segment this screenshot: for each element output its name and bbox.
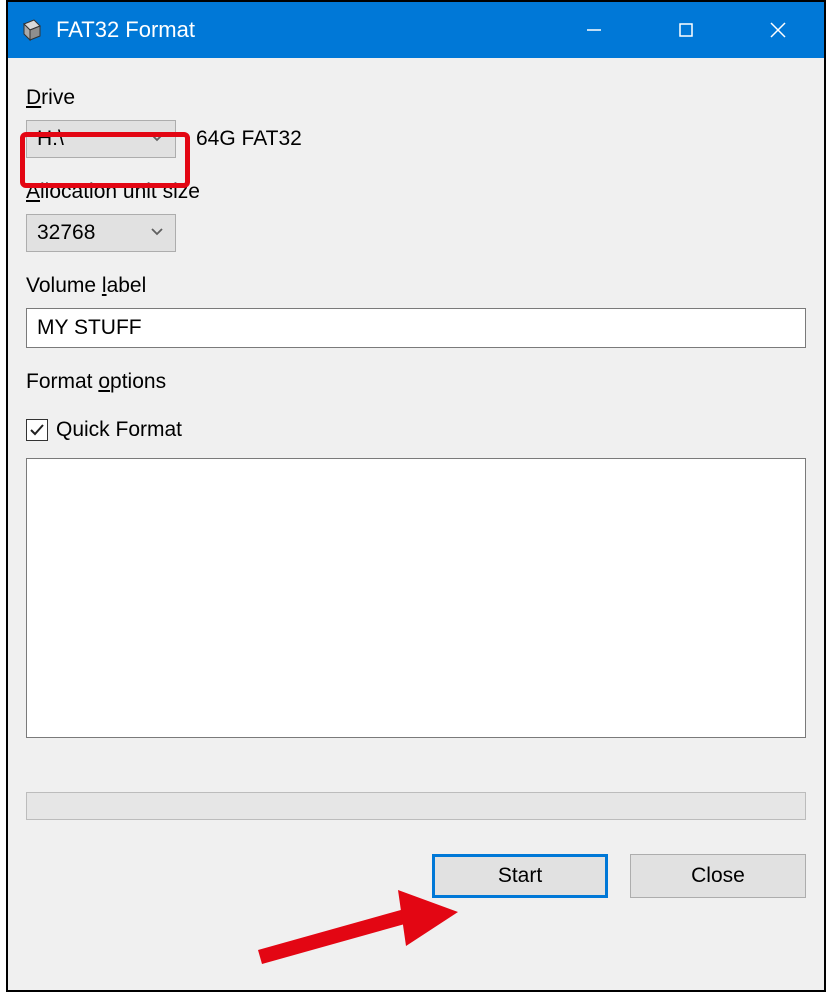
window-frame: FAT32 Format Drive H:\ 64G FAT32 [6, 0, 826, 992]
close-button[interactable]: Close [630, 854, 806, 898]
title-bar[interactable]: FAT32 Format [8, 2, 824, 58]
quick-format-label: Quick Format [56, 418, 182, 442]
window-title: FAT32 Format [56, 17, 195, 43]
window-controls [548, 2, 824, 58]
quick-format-checkbox[interactable] [26, 419, 48, 441]
allocation-select-value: 32768 [37, 221, 95, 245]
app-icon [18, 16, 46, 44]
drive-info-text: 64G FAT32 [196, 127, 302, 151]
drive-label: Drive [26, 86, 806, 110]
format-options-label: Format options [26, 370, 806, 394]
drive-select[interactable]: H:\ [26, 120, 176, 158]
dialog-content: Drive H:\ 64G FAT32 Allocation unit size… [8, 58, 824, 916]
volume-label-label: Volume label [26, 274, 806, 298]
volume-label-input[interactable] [26, 308, 806, 348]
minimize-button[interactable] [548, 2, 640, 58]
allocation-label: Allocation unit size [26, 180, 806, 204]
progress-bar [26, 792, 806, 820]
drive-select-value: H:\ [37, 127, 64, 151]
log-output[interactable] [26, 458, 806, 738]
close-window-button[interactable] [732, 2, 824, 58]
chevron-down-icon [149, 127, 165, 151]
allocation-select[interactable]: 32768 [26, 214, 176, 252]
maximize-button[interactable] [640, 2, 732, 58]
start-button[interactable]: Start [432, 854, 608, 898]
chevron-down-icon [149, 221, 165, 245]
